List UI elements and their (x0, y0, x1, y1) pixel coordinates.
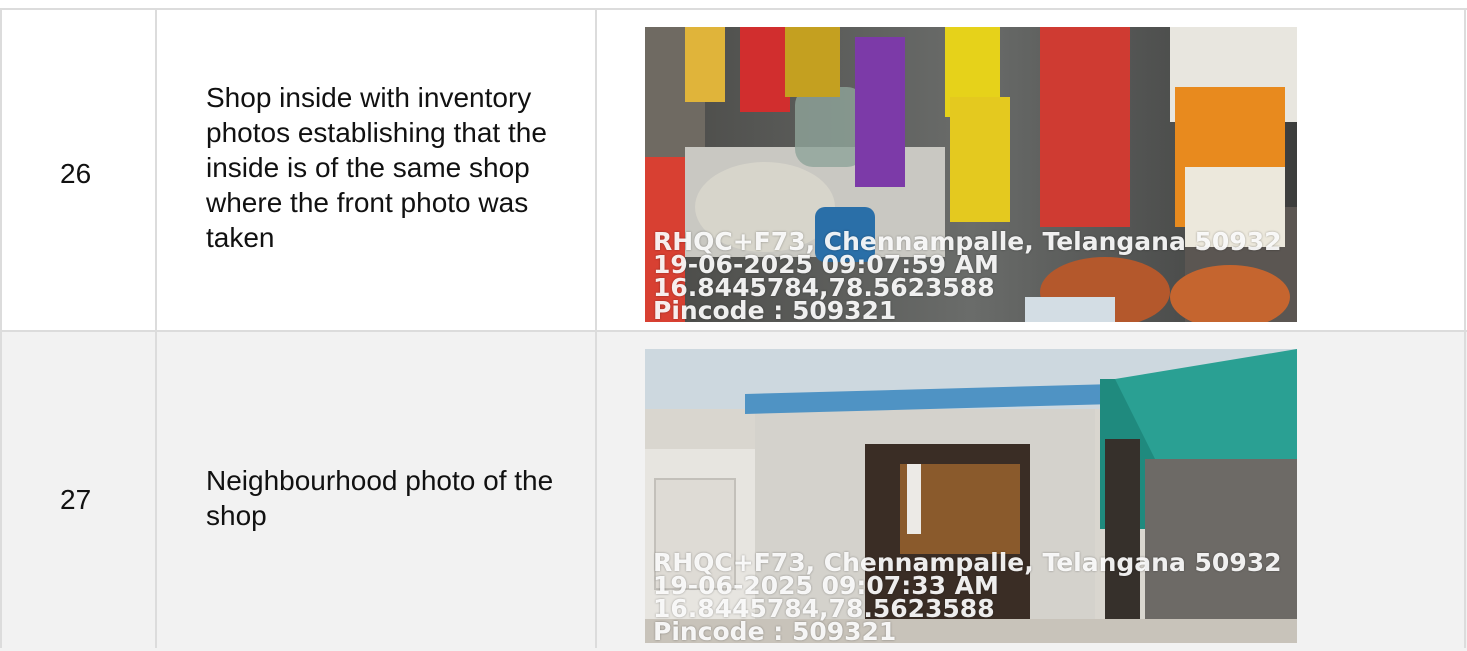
row-description: Shop inside with inventory photos establ… (206, 82, 547, 253)
row-divider (0, 330, 1467, 332)
row-number: 26 (60, 158, 92, 189)
table-row: 26 Shop inside with inventory photos est… (0, 8, 1467, 331)
table-border-top (0, 8, 1467, 10)
column-divider (0, 8, 2, 648)
row-number: 27 (60, 484, 92, 515)
column-divider (155, 8, 157, 648)
column-divider (1464, 8, 1466, 648)
stamp-pincode: Pincode : 509321 (653, 296, 897, 322)
row-description: Neighbourhood photo of the shop (206, 465, 554, 531)
stamp-pincode: Pincode : 509321 (653, 617, 897, 643)
geo-stamp: RHQC+F73, Chennampalle, Telangana 50932 … (653, 229, 1282, 322)
geo-stamp: RHQC+F73, Chennampalle, Telangana 50932 … (653, 550, 1282, 643)
column-divider (595, 8, 597, 648)
neighbourhood-photo: RHQC+F73, Chennampalle, Telangana 50932 … (645, 349, 1297, 643)
shop-inside-photo: RHQC+F73, Chennampalle, Telangana 50932 … (645, 27, 1297, 322)
table-row: 27 Neighbourhood photo of the shop RHQC+… (0, 331, 1467, 651)
